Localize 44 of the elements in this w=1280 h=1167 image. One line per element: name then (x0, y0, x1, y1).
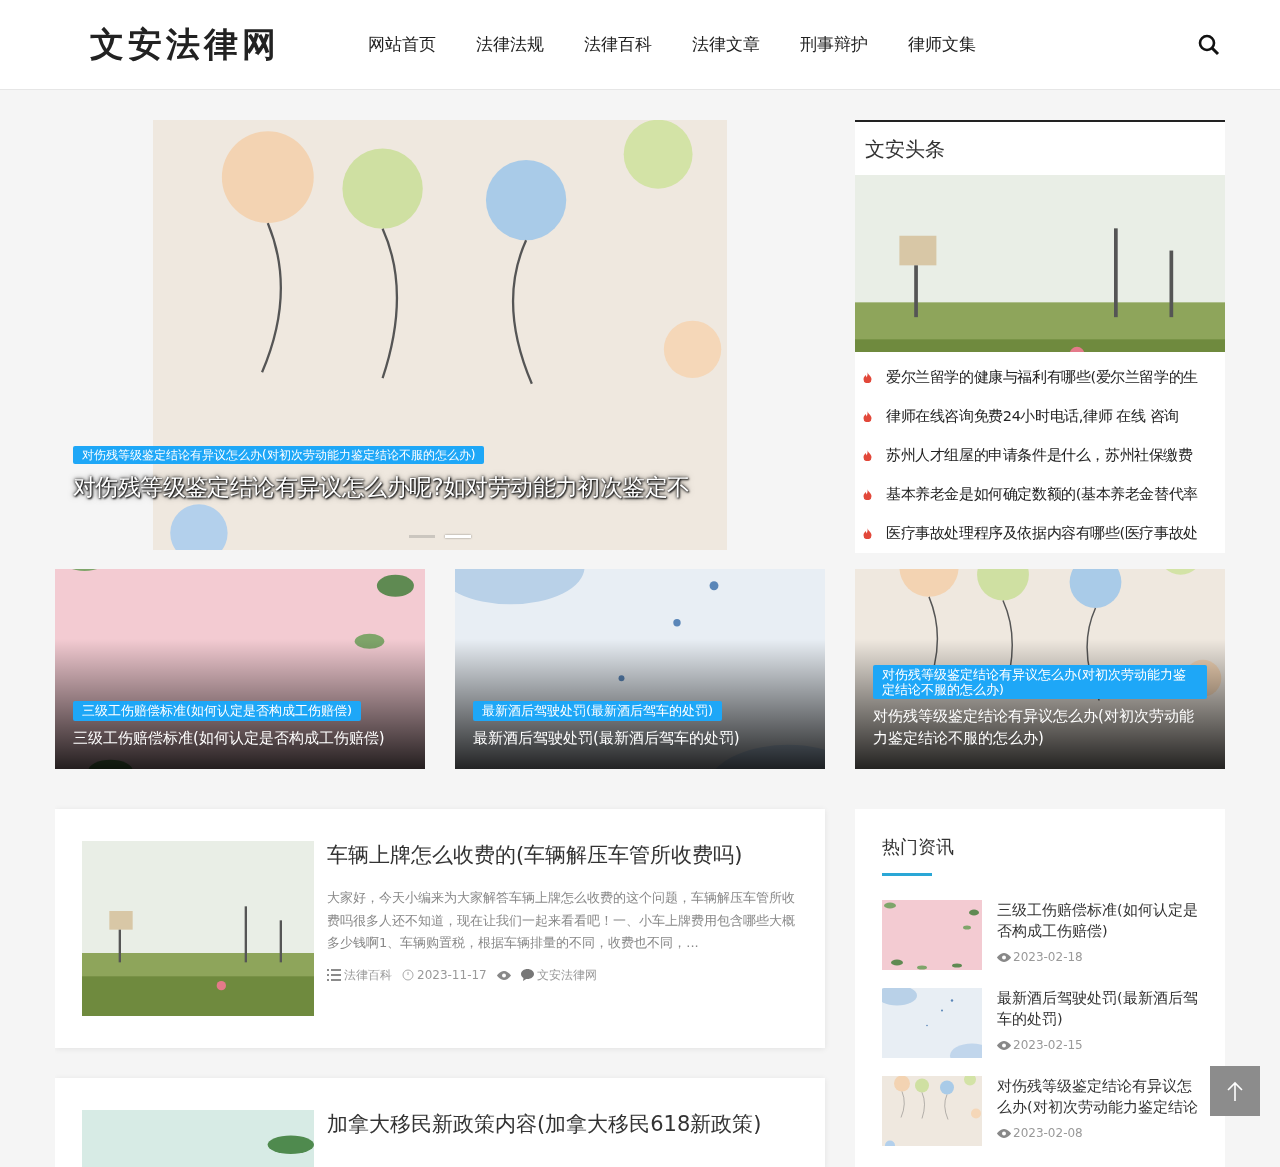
fire-icon (863, 528, 872, 539)
nav-link[interactable]: 网站首页 (368, 33, 436, 56)
comment-icon (520, 969, 534, 981)
news-link[interactable]: 三级工伤赔偿标准(如何认定是否构成工伤赔偿) (997, 900, 1198, 942)
search-icon[interactable] (1198, 33, 1220, 56)
nav-link[interactable]: 律师文集 (908, 33, 976, 56)
headline-link[interactable]: 爱尔兰留学的健康与福利有哪些(爱尔兰留学的生 (886, 368, 1198, 387)
eye-icon (997, 1040, 1011, 1050)
card-title: 热门资讯 (882, 835, 955, 859)
headline-link[interactable]: 苏州人才组屋的申请条件是什么，苏州社保缴费 (886, 446, 1193, 465)
fire-icon (863, 450, 872, 461)
nav-link[interactable]: 法律百科 (584, 33, 652, 56)
eye-icon (997, 952, 1011, 962)
card-title: 文安头条 (864, 136, 946, 163)
post-date: 2023-11-17 (417, 968, 487, 982)
news-link[interactable]: 对伤残等级鉴定结论有异议怎么办(对初次劳动能力鉴定结论 (997, 1076, 1198, 1118)
slide-title[interactable]: 对伤残等级鉴定结论有异议怎么办呢?如对劳动能力初次鉴定不 (73, 472, 690, 504)
news-link[interactable]: 最新酒后驾驶处罚(最新酒后驾车的处罚) (997, 988, 1198, 1030)
post-date: 2023-02-08 (1013, 1126, 1083, 1140)
author-name: 文安法律网 (536, 966, 597, 984)
fire-icon (863, 489, 872, 500)
headline-link[interactable]: 医疗事故处理程序及依据内容有哪些(医疗事故处 (886, 524, 1198, 543)
article-title[interactable]: 车辆上牌怎么收费的(车辆解压车管所收费吗) (327, 841, 798, 869)
site-logo: 文安法律网 (90, 22, 281, 66)
eye-icon (997, 1128, 1011, 1138)
article-title[interactable]: 加拿大移民新政策内容(加拿大移民618新政策) (327, 1110, 762, 1138)
post-date: 2023-02-18 (1013, 950, 1083, 964)
list-icon (327, 969, 341, 981)
post-date: 2023-02-15 (1013, 1038, 1083, 1052)
nav-link[interactable]: 刑事辩护 (800, 33, 868, 56)
back-to-top-button[interactable] (1210, 1066, 1260, 1116)
clock-icon (402, 969, 414, 981)
arrow-up-icon (1226, 1081, 1244, 1101)
article-excerpt: 大家好，今天小编来为大家解答车辆上牌怎么收费的这个问题，车辆解压车管所收费吗很多人还不知道，现在让我们一起来看看吧！一、小车上牌费用包含哪些大概多少钱啊1、车辆购置税，根据车辆排量的不同，收费也不同，... (327, 889, 796, 952)
fire-icon (863, 411, 872, 422)
feature-title[interactable]: 三级工伤赔偿标准(如何认定是否构成工伤赔偿) (73, 727, 385, 749)
nav-link[interactable]: 法律法规 (476, 33, 544, 56)
feature-title[interactable]: 最新酒后驾驶处罚(最新酒后驾车的处罚) (473, 727, 740, 749)
headline-link[interactable]: 基本养老金是如何确定数额的(基本养老金替代率 (886, 485, 1198, 504)
feature-title[interactable]: 对伤残等级鉴定结论有异议怎么办(对初次劳动能力鉴定结论不服的怎么办) (873, 705, 1207, 749)
headline-link[interactable]: 律师在线咨询免费24小时电话,律师 在线 咨询 (886, 407, 1180, 426)
fire-icon (863, 372, 872, 383)
nav-link[interactable]: 法律文章 (692, 33, 760, 56)
eye-icon (496, 970, 511, 980)
